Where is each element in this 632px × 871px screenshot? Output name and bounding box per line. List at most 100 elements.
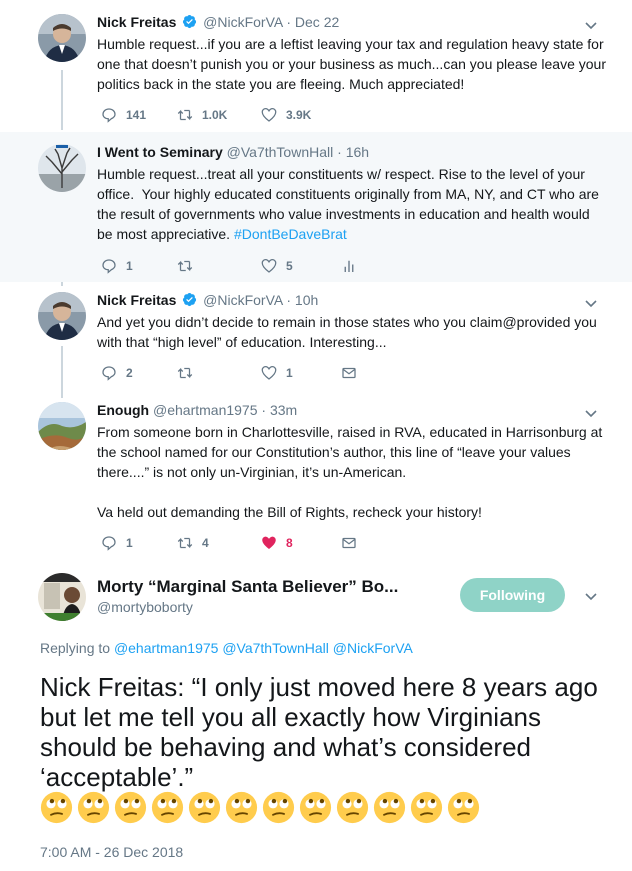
- author-name[interactable]: I Went to Seminary: [97, 144, 223, 160]
- avatar[interactable]: [38, 292, 86, 340]
- retweet-button[interactable]: [176, 364, 260, 382]
- tweet-time[interactable]: 33m: [270, 402, 297, 418]
- like-count: 1: [286, 366, 293, 380]
- avatar[interactable]: [38, 14, 86, 62]
- like-count: 5: [286, 259, 293, 273]
- author-handle[interactable]: @Va7thTownHall: [227, 144, 334, 160]
- message-button[interactable]: [340, 364, 420, 382]
- tweet-actions: 141 1.0K 3.9K: [100, 105, 340, 125]
- like-button[interactable]: 5: [260, 257, 340, 275]
- hashtag-link[interactable]: #DontBeDaveBrat: [234, 226, 347, 242]
- rolling-eyes-emoji-icon: [447, 791, 480, 824]
- chevron-down-icon[interactable]: [584, 296, 598, 310]
- tweet-text: And yet you didn’t decide to remain in t…: [97, 314, 601, 350]
- tweet-time[interactable]: Dec 22: [295, 14, 339, 30]
- reply-icon: [102, 366, 116, 381]
- like-button[interactable]: 1: [260, 364, 340, 382]
- rolling-eyes-emoji-icon: [336, 791, 369, 824]
- separator-dot: ·: [286, 292, 292, 308]
- rolling-eyes-emoji-icon: [410, 791, 443, 824]
- tweet-actions: 2 1: [100, 363, 420, 383]
- reply-button[interactable]: 1: [100, 257, 176, 275]
- retweet-button[interactable]: [176, 257, 260, 275]
- reply-button[interactable]: 1: [100, 534, 176, 552]
- rolling-eyes-emoji-icon: [114, 791, 147, 824]
- message-button[interactable]: [340, 534, 420, 552]
- tweet-text: Humble request...if you are a leftist le…: [97, 36, 610, 92]
- reply-icon: [102, 536, 116, 551]
- rolling-eyes-emoji-icon: [40, 791, 73, 824]
- author-handle[interactable]: @ehartman1975: [153, 402, 258, 418]
- tweet-text-main: Humble request...treat all your constitu…: [97, 166, 603, 242]
- analytics-icon: [344, 260, 354, 272]
- avatar[interactable]: [38, 144, 86, 192]
- tweet-header: Enough @ehartman1975 · 33m: [97, 402, 582, 418]
- verified-icon: [183, 14, 197, 29]
- tweet-timestamp[interactable]: 7:00 AM - 26 Dec 2018: [40, 844, 183, 860]
- tweet-header: Nick Freitas @NickForVA · Dec 22: [97, 14, 582, 30]
- replying-prefix: Replying to: [40, 640, 114, 656]
- emoji-row: [40, 791, 480, 824]
- replying-mentions[interactable]: @ehartman1975 @Va7thTownHall @NickForVA: [114, 640, 413, 656]
- chevron-down-icon[interactable]: [584, 589, 598, 603]
- envelope-icon: [342, 537, 356, 549]
- author-name[interactable]: Nick Freitas: [97, 292, 176, 308]
- retweet-count: 4: [202, 536, 209, 550]
- like-button[interactable]: 8: [260, 534, 340, 552]
- author-handle[interactable]: @NickForVA: [203, 14, 282, 30]
- reply-icon: [102, 108, 116, 123]
- avatar[interactable]: [38, 402, 86, 450]
- tweet-header: I Went to Seminary @Va7thTownHall · 16h: [97, 144, 582, 160]
- retweet-count: 1.0K: [202, 108, 228, 122]
- retweet-icon: [177, 260, 193, 272]
- retweet-icon: [177, 109, 193, 121]
- retweet-button[interactable]: 1.0K: [176, 106, 260, 124]
- analytics-button[interactable]: [340, 257, 420, 275]
- heart-icon: [261, 365, 277, 380]
- tweet-time[interactable]: 10h: [295, 292, 318, 308]
- reply-icon: [102, 259, 116, 274]
- envelope-icon: [342, 367, 356, 379]
- reply-count: 1: [126, 536, 133, 550]
- main-tweet-text: Nick Freitas: “I only just moved here 8 …: [40, 672, 598, 792]
- tweet-2[interactable]: I Went to Seminary @Va7thTownHall · 16h …: [0, 132, 632, 282]
- like-count: 8: [286, 536, 293, 550]
- reply-count: 141: [126, 108, 147, 122]
- tweet-4[interactable]: Enough @ehartman1975 · 33m From someone …: [0, 394, 632, 560]
- verified-icon: [183, 292, 197, 307]
- tweet-text: Humble request...treat all your constitu…: [97, 164, 608, 244]
- tweet-header: Nick Freitas @NickForVA · 10h: [97, 292, 582, 308]
- chevron-down-icon[interactable]: [584, 18, 598, 32]
- rolling-eyes-emoji-icon: [262, 791, 295, 824]
- avatar[interactable]: [38, 573, 86, 621]
- reply-button[interactable]: 2: [100, 364, 176, 382]
- reply-count: 1: [126, 259, 133, 273]
- tweet-3[interactable]: Nick Freitas @NickForVA · 10h And yet yo…: [0, 282, 632, 394]
- chevron-down-icon[interactable]: [584, 406, 598, 420]
- retweet-icon: [177, 537, 193, 549]
- heart-filled-icon: [262, 536, 276, 549]
- author-handle[interactable]: @NickForVA: [203, 292, 282, 308]
- retweet-button[interactable]: 4: [176, 534, 260, 552]
- heart-icon: [261, 107, 277, 122]
- author-name[interactable]: Morty “Marginal Santa Believer” Bo...: [97, 577, 398, 597]
- tweet-actions: 1 5: [100, 256, 420, 276]
- tweet-time[interactable]: 16h: [346, 144, 369, 160]
- separator-dot: ·: [337, 144, 342, 160]
- tweet-text: From someone born in Charlottesville, ra…: [97, 424, 603, 520]
- retweet-icon: [177, 367, 193, 379]
- tweet-1[interactable]: Nick Freitas @NickForVA · Dec 22 Humble …: [0, 0, 632, 132]
- rolling-eyes-emoji-icon: [77, 791, 110, 824]
- author-name[interactable]: Nick Freitas: [97, 14, 176, 30]
- author-handle[interactable]: @mortyboborty: [97, 599, 193, 615]
- rolling-eyes-emoji-icon: [225, 791, 258, 824]
- rolling-eyes-emoji-icon: [373, 791, 406, 824]
- author-name[interactable]: Enough: [97, 402, 149, 418]
- heart-icon: [261, 258, 277, 273]
- separator-dot: ·: [286, 14, 292, 30]
- like-count: 3.9K: [286, 108, 312, 122]
- like-button[interactable]: 3.9K: [260, 106, 340, 124]
- reply-button[interactable]: 141: [100, 106, 176, 124]
- following-button[interactable]: Following: [460, 578, 565, 612]
- replying-to: Replying to @ehartman1975 @Va7thTownHall…: [40, 640, 413, 656]
